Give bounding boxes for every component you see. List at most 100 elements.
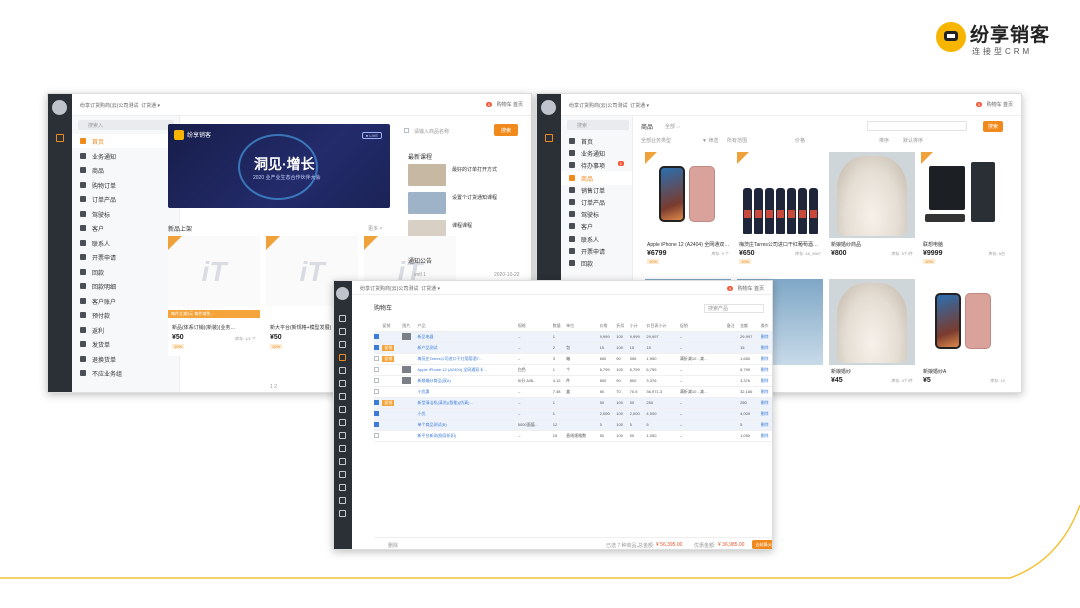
rail-icon[interactable] <box>339 380 346 387</box>
table-row[interactable]: Apple iPhone 12 (A2404) 全网通双卡… 白色 1 个 6,799 1… <box>374 364 772 376</box>
cell-qty[interactable]: 2 <box>552 342 567 354</box>
row-checkbox[interactable] <box>374 399 379 405</box>
table-row[interactable]: 促销 梅茨庄Tarres公司进口干红葡萄酒7… -- 3 箱 650 90 555 1,950 满… <box>374 353 772 365</box>
app-switcher[interactable]: 订货通 <box>421 286 436 292</box>
sidebar-item[interactable]: 订单产品 <box>72 192 179 206</box>
cell-op[interactable]: 删除 <box>760 408 772 420</box>
avatar[interactable] <box>52 100 67 115</box>
table-row[interactable]: 小优惠 -- 7.48 盒 80 70 70.5 36,971.3 满折减10 - 减… 32,1… <box>374 386 772 398</box>
scope-button[interactable]: 所有范围 <box>727 137 747 144</box>
sidebar-item[interactable]: 预付款 <box>72 308 179 322</box>
sidebar-item[interactable]: 回款明细 <box>72 279 179 293</box>
rail-icon[interactable] <box>339 341 346 348</box>
cell-qty[interactable]: 1 <box>552 331 567 343</box>
sort-select[interactable]: 默认排序 <box>903 137 923 144</box>
delete-selected[interactable]: 删除 <box>388 542 398 549</box>
app-switcher[interactable]: 订货通 <box>141 103 156 109</box>
cart-search[interactable]: 搜索产品 <box>704 304 764 313</box>
row-checkbox-cell[interactable] <box>374 331 383 343</box>
cell-op[interactable]: 删除 <box>760 419 772 431</box>
cell-op[interactable]: 删除 <box>760 386 772 398</box>
goods-card[interactable]: 新娘婚纱商品 ¥800 库存: 5个/件 <box>829 152 915 268</box>
category-select[interactable]: 全部业务类型 <box>641 137 671 144</box>
avatar[interactable] <box>541 100 556 115</box>
sidebar-item[interactable]: 商品 <box>72 163 179 177</box>
table-row[interactable]: 小优 -- 1 2,000 100 2,000 4,000 -- 4,000 删除 <box>374 408 772 420</box>
cart-link[interactable]: 购物车 <box>987 102 1002 108</box>
course-title[interactable]: 设置个订货通知课程 <box>452 194 497 201</box>
row-checkbox[interactable] <box>374 344 379 350</box>
row-checkbox-cell[interactable] <box>374 353 383 365</box>
cell-op[interactable]: 删除 <box>760 331 772 343</box>
cell-qty[interactable]: 7.48 <box>552 386 567 398</box>
rail-icon[interactable] <box>339 393 346 400</box>
rail-icon[interactable] <box>339 354 346 361</box>
home-link[interactable]: 首页 <box>754 286 764 292</box>
sidebar-item[interactable]: 购物订单 <box>72 178 179 192</box>
search-button[interactable]: 搜索 <box>494 124 518 136</box>
row-checkbox-cell[interactable] <box>374 342 383 354</box>
rail-icon[interactable] <box>339 367 346 374</box>
table-row[interactable]: 新平台新测(指导折扣) -- 15 直线规格数 50 100 50 1,050 -- 1,050 删… <box>374 430 772 442</box>
sidebar-item[interactable]: 回款 <box>561 256 632 270</box>
rail-icon[interactable] <box>339 445 346 452</box>
event-banner[interactable]: 纷享销客 洞见·增长 2020 业产业生态合作伙伴大会 ● LIVE <box>168 124 390 208</box>
cell-qty[interactable]: 4.12 <box>552 375 567 387</box>
sidebar-item[interactable]: 回款 <box>72 265 179 279</box>
row-checkbox[interactable] <box>374 355 379 361</box>
sidebar-item[interactable]: 不应业务组 <box>72 366 179 380</box>
row-checkbox-cell[interactable] <box>374 386 383 398</box>
sidebar-item[interactable]: 业务通知 <box>72 149 179 163</box>
sidebar-search[interactable]: 搜索 <box>567 120 629 130</box>
rail-icon[interactable] <box>339 432 346 439</box>
course-thumbnail[interactable] <box>408 192 446 214</box>
notice-item[interactable]: vntl 1 <box>414 272 426 278</box>
cell-op[interactable]: 删除 <box>760 430 772 442</box>
cell-qty[interactable]: 15 <box>552 430 567 442</box>
cart-link[interactable]: 购物车 <box>497 102 512 108</box>
home-link[interactable]: 首页 <box>513 102 523 108</box>
row-checkbox[interactable] <box>374 410 379 416</box>
row-checkbox[interactable] <box>374 377 379 383</box>
row-checkbox-cell[interactable] <box>374 375 383 387</box>
avatar[interactable] <box>336 287 349 300</box>
sidebar-item[interactable]: 发货单 <box>72 337 179 351</box>
goods-card[interactable]: Apple iPhone 12 (A2404) 全网通双… ¥6799 库存: 9 … <box>645 152 731 268</box>
sidebar-item[interactable]: 驾驶标 <box>72 207 179 221</box>
filter-button[interactable]: ▼ 筛选 <box>702 137 718 144</box>
row-checkbox[interactable] <box>374 388 379 394</box>
cell-op[interactable]: 删除 <box>760 397 772 409</box>
rail-icon[interactable] <box>339 458 346 465</box>
table-row[interactable]: 促销 新产品测试 -- 2 包 15 100 15 15 -- 15 删除 <box>374 342 772 354</box>
course-thumbnail[interactable] <box>408 164 446 186</box>
app-icon[interactable] <box>56 134 64 142</box>
cell-qty[interactable]: 1 <box>552 397 567 409</box>
row-checkbox-cell[interactable] <box>374 364 383 376</box>
goods-card[interactable]: 新娘婚纱 ¥45 库存: 4个/件 <box>829 279 915 392</box>
row-checkbox-cell[interactable] <box>374 419 383 431</box>
sidebar-item[interactable]: 开票申请 <box>72 250 179 264</box>
sidebar-search[interactable]: 搜索入 <box>78 120 174 130</box>
goods-card[interactable]: 联想电脑 ¥9999 库存: 5台 10% <box>921 152 1007 268</box>
pager[interactable]: 1 2 <box>270 384 277 390</box>
rail-icon[interactable] <box>339 471 346 478</box>
rail-icon[interactable] <box>339 497 346 504</box>
goods-card[interactable]: 梅茨庄Tarres公司进口干红葡萄酒… ¥650 库存: 48_9567 10% <box>737 152 823 268</box>
rail-icon[interactable] <box>339 419 346 426</box>
app-switcher[interactable]: 订货通 <box>630 103 645 109</box>
checkout-button[interactable]: 去结算(6) <box>752 540 772 549</box>
row-checkbox[interactable] <box>374 366 379 372</box>
cell-op[interactable]: 删除 <box>760 342 772 354</box>
cell-op[interactable]: 删除 <box>760 364 772 376</box>
product-card[interactable]: iT 每件立减3元 每件减免… 新品(体系订销)(新装)(业务… ¥50 库存: 1/1… <box>168 236 260 356</box>
row-checkbox-cell[interactable] <box>374 408 383 420</box>
row-checkbox-cell[interactable] <box>374 397 383 409</box>
rail-icon[interactable] <box>339 315 346 322</box>
row-checkbox-cell[interactable] <box>374 430 383 442</box>
cell-qty[interactable]: 12 <box>552 419 567 431</box>
row-checkbox[interactable] <box>374 432 379 438</box>
notice-search-input[interactable]: 请输入商品名称 <box>414 128 449 135</box>
rail-icon[interactable] <box>339 328 346 335</box>
row-checkbox[interactable] <box>374 333 379 339</box>
rail-icon[interactable] <box>339 484 346 491</box>
